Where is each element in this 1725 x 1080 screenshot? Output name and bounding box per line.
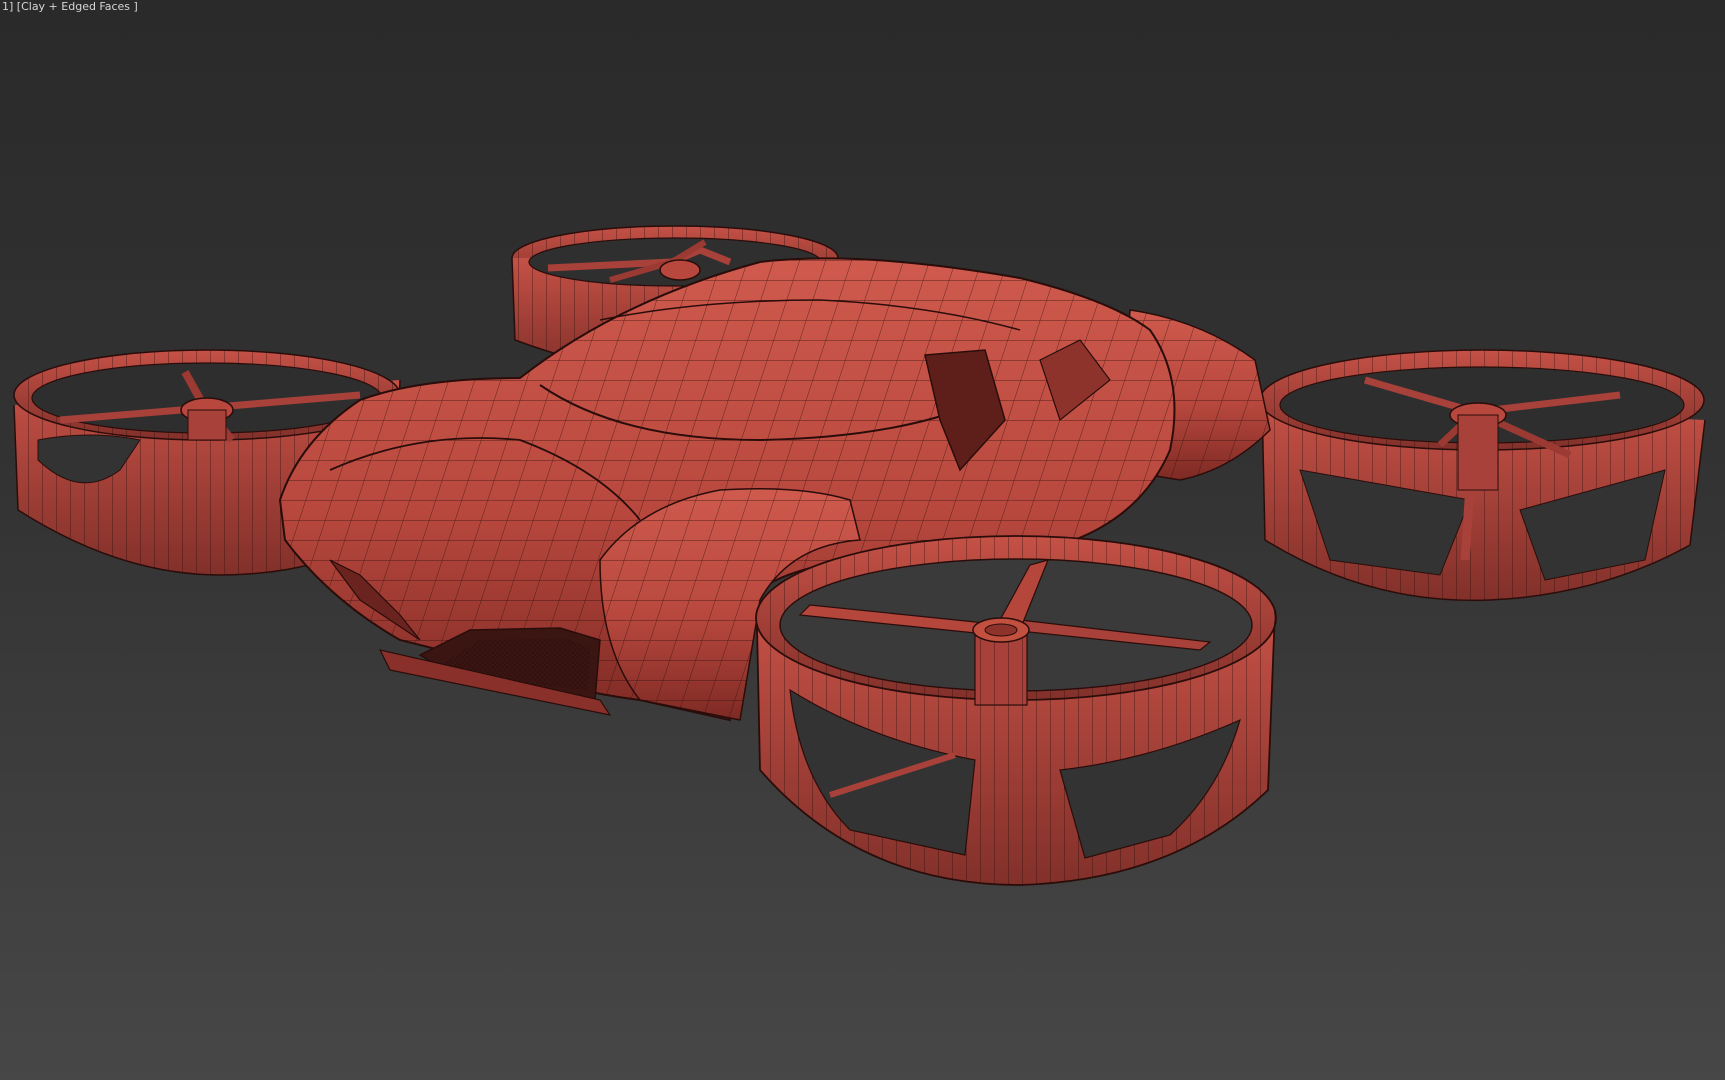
model-render[interactable] [0, 0, 1725, 1080]
rotor-back-right[interactable] [1259, 349, 1706, 602]
3d-viewport[interactable]: 1] [Clay + Edged Faces ] [0, 0, 1725, 1080]
rotor-front-right[interactable] [755, 535, 1277, 886]
